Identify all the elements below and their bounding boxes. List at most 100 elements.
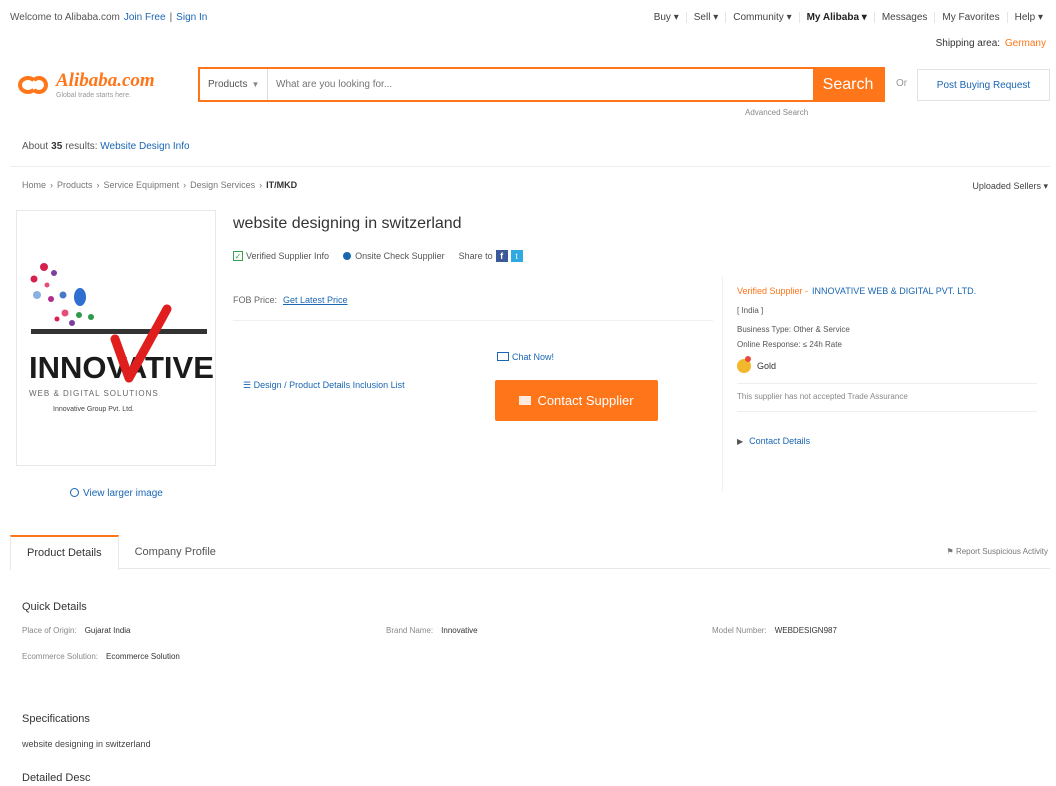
zoom-icon — [70, 488, 79, 497]
top-menu: Buy ▾ Sell ▾ Community ▾ My Alibaba ▾ Me… — [647, 11, 1050, 23]
breadcrumb-item[interactable]: Home — [22, 180, 46, 190]
innovative-company: Innovative Group Pvt. Ltd. — [53, 406, 134, 413]
search-button[interactable]: Search — [813, 69, 883, 100]
uploaded-sellers-label: Uploaded Sellers — [972, 181, 1041, 191]
envelope-icon — [519, 396, 532, 405]
product-image[interactable]: INNOVATIVE WEB & DIGITAL SOLUTIONS Innov… — [16, 210, 216, 466]
results-suffix: results: — [65, 141, 98, 152]
contact-details-link[interactable]: ▶ Contact Details — [737, 436, 1052, 446]
divider — [10, 166, 1050, 167]
search-category-label: Products — [208, 79, 248, 90]
view-larger-label: View larger image — [83, 488, 163, 499]
chevron-down-icon: ▼ — [251, 80, 260, 89]
specifications-text: website designing in switzerland — [22, 739, 151, 749]
shipping-value: Germany — [1004, 38, 1046, 49]
breadcrumb-item: IT/MKD — [266, 180, 298, 190]
menu-my-alibaba[interactable]: My Alibaba ▾ — [798, 11, 874, 23]
tab-company-profile[interactable]: Company Profile — [119, 535, 232, 569]
results-link[interactable]: Website Design Info — [100, 141, 189, 152]
menu-favorites[interactable]: My Favorites — [934, 11, 1006, 23]
detail-value: WEBDESIGN987 — [774, 626, 837, 635]
divider — [737, 383, 1037, 384]
breadcrumb-item[interactable]: Products — [57, 180, 93, 190]
chevron-down-icon: ▾ — [1043, 181, 1048, 191]
menu-buy[interactable]: Buy ▾ — [647, 12, 686, 23]
welcome-text: Welcome to Alibaba.com — [10, 11, 120, 23]
menu-messages[interactable]: Messages — [873, 11, 935, 23]
quick-detail: Model Number: WEBDESIGN987 — [712, 626, 837, 635]
supplier-response: Online Response: ≤ 24h Rate — [737, 340, 842, 349]
facebook-icon[interactable]: f — [495, 250, 508, 262]
divider — [737, 411, 1037, 412]
logo-word: Alibaba.com — [56, 70, 155, 91]
innovative-subline: WEB & DIGITAL SOLUTIONS — [29, 389, 159, 398]
breadcrumb-item[interactable]: Service Equipment — [104, 180, 180, 190]
innovative-logo-image: INNOVATIVE WEB & DIGITAL SOLUTIONS Innov… — [29, 263, 214, 413]
search-category-select[interactable]: Products ▼ — [200, 69, 268, 100]
twitter-icon[interactable]: t — [510, 250, 523, 262]
tab-product-details[interactable]: Product Details — [10, 534, 119, 570]
gold-medal-icon — [737, 356, 751, 373]
supplier-panel: Verified Supplier - INNOVATIVE WEB & DIGI… — [722, 276, 1052, 491]
quick-detail: Ecommerce Solution: Ecommerce Solution — [22, 652, 180, 661]
detail-tabs: Product Details Company Profile — [10, 534, 1050, 570]
contact-supplier-button[interactable]: Contact Supplier — [495, 380, 658, 421]
onsite-badge[interactable]: Onsite Check Supplier — [355, 251, 445, 261]
results-prefix: About — [22, 141, 49, 152]
advanced-search-link[interactable]: Advanced Search — [745, 108, 808, 117]
specifications-heading: Specifications — [22, 713, 90, 725]
quick-detail: Brand Name: Innovative — [386, 626, 478, 635]
join-free-link[interactable]: Join Free — [124, 12, 166, 23]
latest-price-link[interactable]: Get Latest Price — [283, 295, 348, 305]
quick-details-heading: Quick Details — [22, 601, 87, 613]
chat-icon — [497, 352, 509, 361]
welcome-area: Welcome to Alibaba.com Join Free | Sign … — [10, 12, 211, 23]
trade-assurance-note: This supplier has not accepted Trade Ass… — [737, 392, 908, 401]
detail-value: Ecommerce Solution — [106, 652, 180, 661]
view-larger-link[interactable]: View larger image — [70, 488, 163, 499]
menu-help[interactable]: Help ▾ — [1006, 11, 1050, 23]
or-text: Or — [896, 78, 908, 89]
badge-row: ✓ Verified Supplier Info Onsite Check Sup… — [233, 250, 537, 262]
flag-icon: ⚑ — [946, 547, 956, 556]
breadcrumb: Home › Products › Service Equipment › Desig… — [22, 180, 298, 190]
supplier-business-type: Business Type: Other & Service — [737, 325, 850, 334]
search-input[interactable] — [268, 69, 813, 100]
menu-sell[interactable]: Sell ▾ — [685, 11, 725, 23]
alibaba-logo-icon — [16, 70, 52, 100]
divider — [233, 320, 713, 321]
report-label: Report Suspicious Activity — [955, 547, 1048, 556]
expand-icon: ▶ — [737, 437, 744, 446]
results-line: About 35 results: Website Design Info — [22, 141, 190, 152]
report-link[interactable]: ⚑ Report Suspicious Activity — [947, 547, 1048, 556]
design-details-link[interactable]: ☰ Design / Product Details Inclusion Lis… — [243, 380, 405, 391]
shipping-label: Shipping area: — [935, 38, 1001, 49]
detailed-description-heading: Detailed Desc — [22, 772, 91, 784]
supplier-name-link[interactable]: INNOVATIVE WEB & DIGITAL PVT. LTD. — [812, 286, 976, 296]
logo-tagline: Global trade starts here. — [56, 92, 132, 99]
breadcrumb-item[interactable]: Design Services — [190, 180, 255, 190]
product-title: website designing in switzerland — [233, 215, 462, 232]
sign-in-link[interactable]: Sign In — [176, 12, 207, 23]
contact-supplier-label: Contact Supplier — [537, 393, 634, 408]
chat-now-link[interactable]: Chat Now! — [497, 352, 554, 362]
share-label: Share to — [458, 251, 493, 261]
detail-value: Gujarat India — [84, 626, 131, 635]
results-count: 35 — [51, 141, 63, 152]
shipping-area[interactable]: Shipping area: Germany — [936, 38, 1046, 49]
fob-label: FOB Price: — [233, 295, 278, 305]
detail-label: Model Number: — [712, 626, 767, 635]
divider: | — [169, 11, 173, 23]
search-bar: Products ▼ Search — [198, 67, 885, 102]
menu-community[interactable]: Community ▾ — [725, 11, 798, 23]
post-buying-request-button[interactable]: Post Buying Request — [917, 69, 1050, 101]
verified-badge[interactable]: Verified Supplier Info — [246, 251, 329, 261]
uploaded-sellers-dropdown[interactable]: Uploaded Sellers ▾ — [972, 181, 1048, 192]
design-details-label: Design / Product Details Inclusion List — [253, 380, 405, 390]
contact-details-label: Contact Details — [749, 436, 811, 446]
alibaba-logo[interactable]: Alibaba.com Global trade starts here. — [16, 66, 166, 104]
quick-detail: Place of Origin: Gujarat India — [22, 626, 131, 635]
supplier-country: [ India ] — [737, 306, 764, 315]
detail-value: Innovative — [441, 626, 478, 635]
supplier-label: Verified Supplier - — [737, 286, 809, 296]
